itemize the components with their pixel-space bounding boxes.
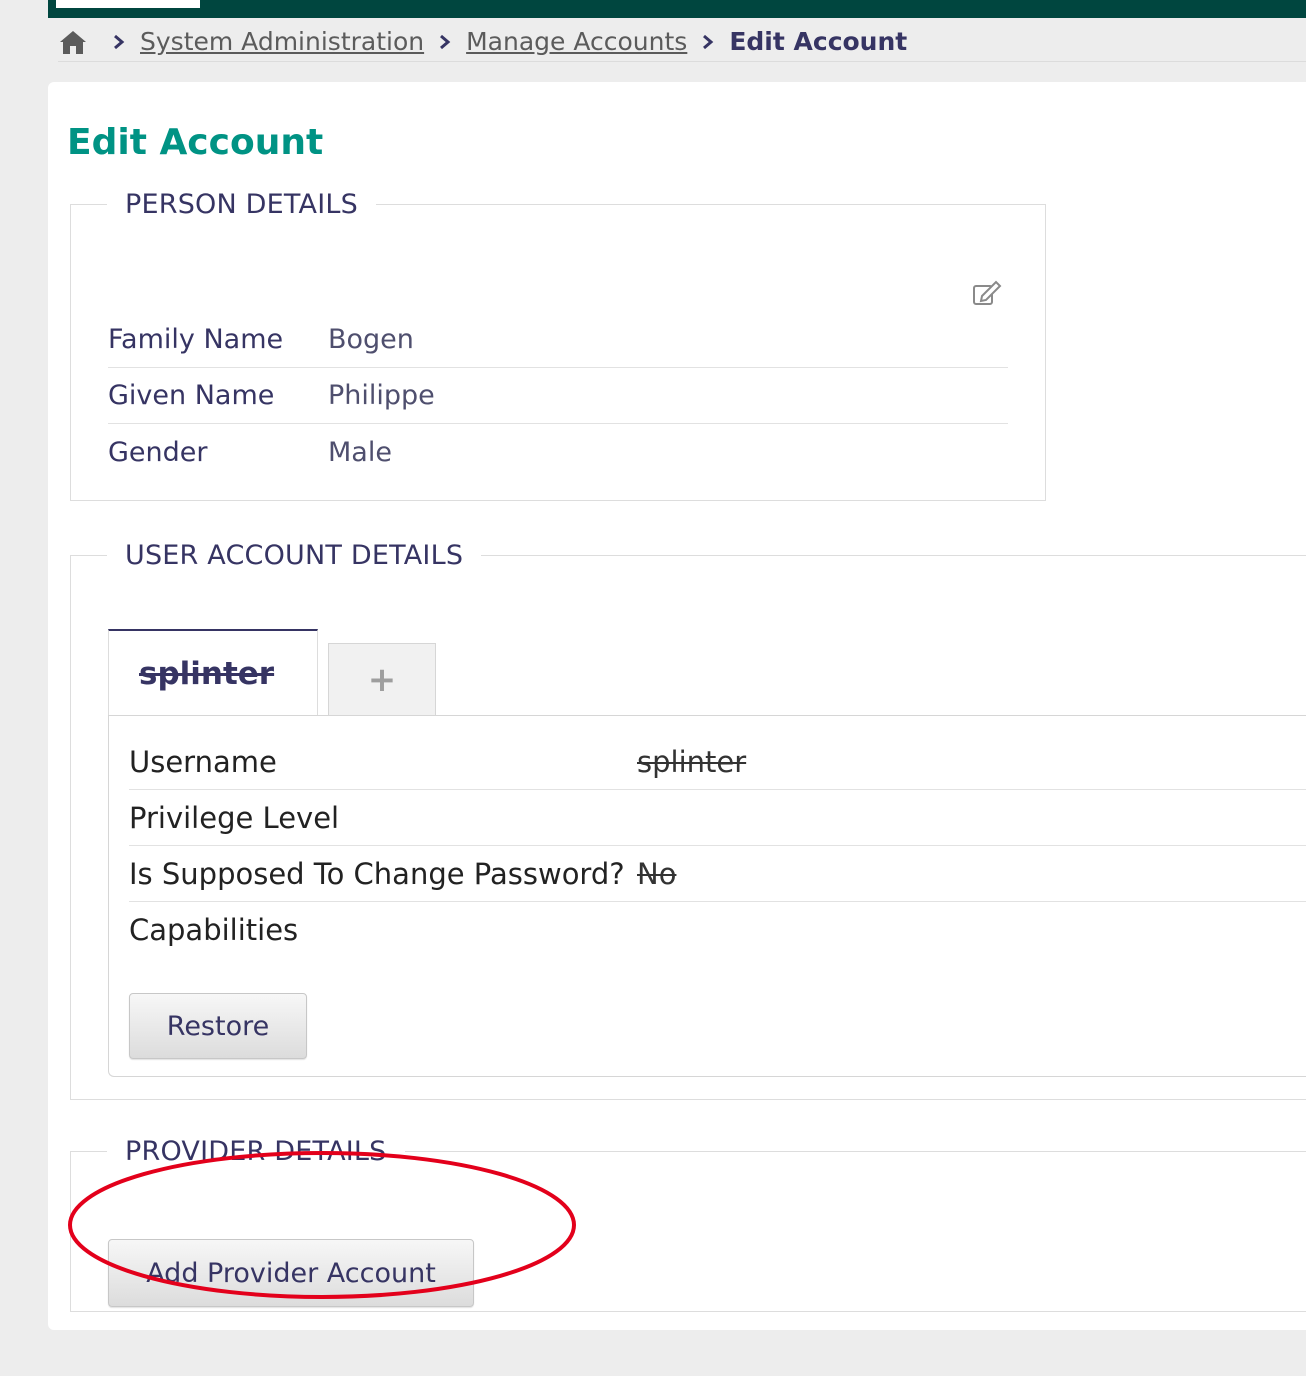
provider-details-section: PROVIDER DETAILS Add Provider Account <box>70 1136 1306 1312</box>
breadcrumb-link-manage-accounts[interactable]: Manage Accounts <box>466 27 687 56</box>
add-account-tab[interactable]: + <box>328 643 436 716</box>
field-value: Philippe <box>328 380 435 411</box>
field-label: Capabilities <box>129 913 299 947</box>
field-label: Username <box>129 744 277 779</box>
provider-details-legend: PROVIDER DETAILS <box>125 1136 387 1167</box>
field-value: Male <box>328 436 392 468</box>
field-label: Is Supposed To Change Password? <box>129 856 625 891</box>
home-icon[interactable] <box>58 28 88 56</box>
page-title: Edit Account <box>67 122 324 163</box>
person-details-section: PERSON DETAILS Family Name Bogen Given N… <box>70 189 1046 501</box>
edit-icon[interactable] <box>972 280 1002 306</box>
tab-account-splinter[interactable]: splinter <box>108 629 318 716</box>
account-row-privilege-level: Privilege Level <box>129 790 1306 846</box>
add-provider-account-button[interactable]: Add Provider Account <box>108 1239 474 1307</box>
user-account-details-legend: USER ACCOUNT DETAILS <box>125 540 464 571</box>
person-details-legend: PERSON DETAILS <box>125 189 358 220</box>
user-account-details-section: USER ACCOUNT DETAILS splinter + Username… <box>70 540 1306 1100</box>
account-tab-panel: Username splinter Privilege Level Is Sup… <box>108 715 1306 1077</box>
top-nav-active-tab[interactable] <box>56 0 200 8</box>
field-value: splinter <box>637 744 747 779</box>
account-row-change-password: Is Supposed To Change Password? No <box>129 846 1306 902</box>
field-label: Family Name <box>108 324 284 355</box>
breadcrumb-link-system-administration[interactable]: System Administration <box>140 27 424 56</box>
chevron-right-icon <box>703 34 714 49</box>
field-label: Gender <box>108 436 208 468</box>
tab-label: splinter <box>139 655 275 692</box>
person-row-gender: Gender Male <box>108 424 1008 480</box>
field-value: No <box>637 856 677 891</box>
field-label: Given Name <box>108 380 275 411</box>
account-row-username: Username splinter <box>129 734 1306 790</box>
person-row-family-name: Family Name Bogen <box>108 312 1008 368</box>
chevron-right-icon <box>440 34 451 49</box>
top-nav-bar <box>48 0 1306 18</box>
breadcrumb-current: Edit Account <box>729 27 908 56</box>
chevron-right-icon <box>114 34 125 49</box>
field-label: Privilege Level <box>129 800 340 835</box>
plus-icon: + <box>367 660 397 700</box>
breadcrumb: System Administration Manage Accounts Ed… <box>58 22 1306 62</box>
person-row-given-name: Given Name Philippe <box>108 368 1008 424</box>
restore-button[interactable]: Restore <box>129 993 307 1059</box>
main-card: Edit Account PERSON DETAILS Family Name … <box>48 82 1306 1330</box>
account-row-capabilities: Capabilities <box>129 902 1306 958</box>
field-value: Bogen <box>328 324 414 355</box>
